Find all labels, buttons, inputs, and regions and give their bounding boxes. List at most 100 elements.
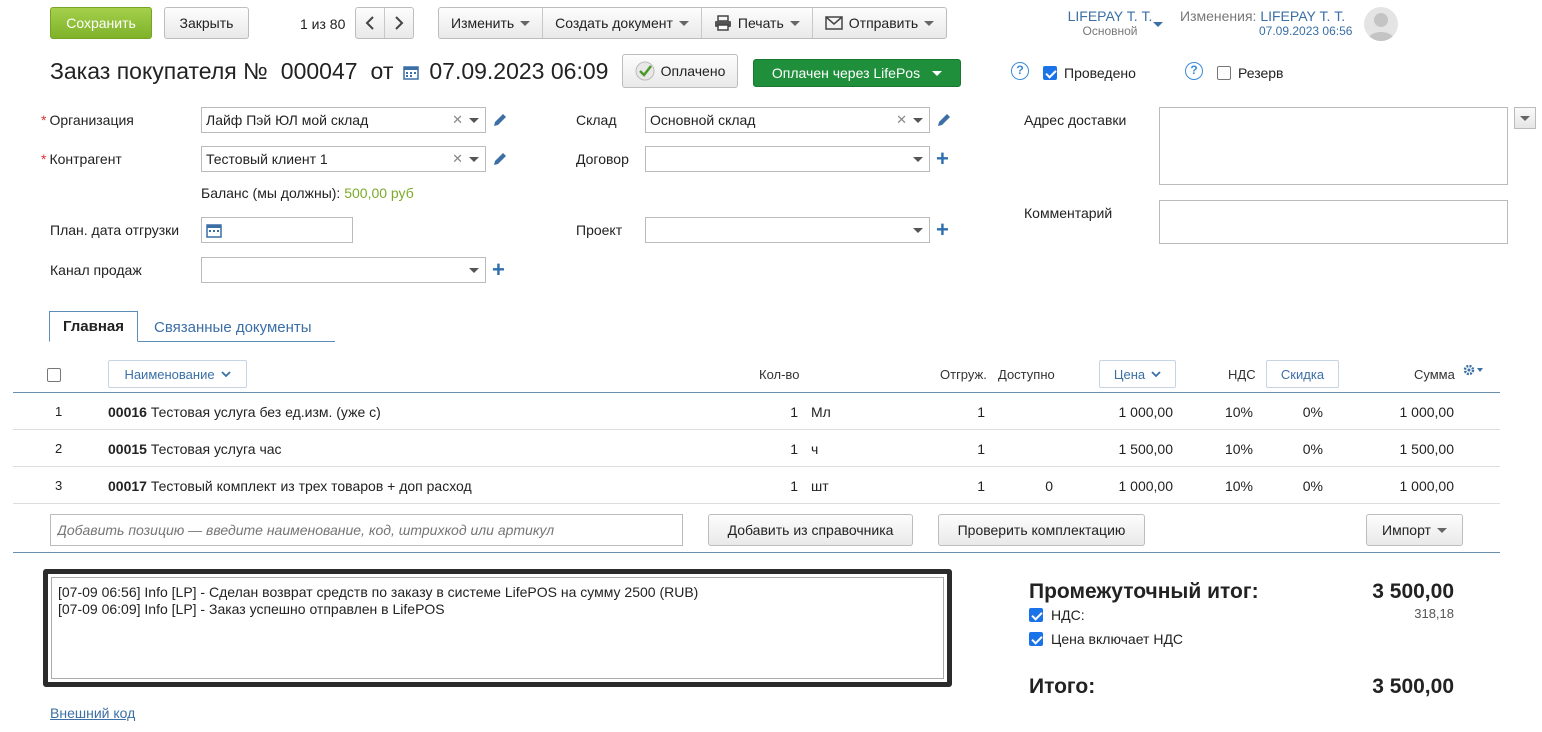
table-footer-line — [13, 552, 1500, 553]
doc-date[interactable]: 07.09.2023 06:09 — [429, 58, 608, 85]
vat-value: 318,18 — [1414, 606, 1454, 621]
subtotal-value: 3 500,00 — [1372, 580, 1454, 603]
chevron-down-icon[interactable] — [913, 227, 923, 233]
print-button[interactable]: Печать — [702, 8, 813, 38]
row-vat: 10% — [1224, 404, 1253, 420]
help-icon[interactable]: ? — [1011, 62, 1029, 80]
clear-icon[interactable]: ✕ — [452, 112, 463, 128]
chevron-left-icon — [365, 16, 374, 30]
calendar-icon[interactable] — [403, 64, 420, 80]
add-from-catalog-button[interactable]: Добавить из справочника — [708, 514, 913, 546]
org-field[interactable]: Лайф Пэй ЮЛ мой склад ✕ — [201, 107, 486, 133]
table-row[interactable]: 2 00015 Тестовая услуга час 1 ч 1 1 500,… — [13, 430, 1500, 467]
chevron-down-icon[interactable] — [469, 156, 479, 162]
price-includes-vat-checkbox[interactable] — [1029, 632, 1043, 646]
user-menu[interactable]: LIFEPAY Т. Т. Основной — [1055, 8, 1165, 38]
row-vat: 10% — [1224, 478, 1253, 494]
contract-field[interactable] — [645, 146, 930, 172]
address-label: Адрес доставки — [1024, 112, 1127, 128]
contractor-field[interactable]: Тестовый клиент 1 ✕ — [201, 146, 486, 172]
add-project-icon[interactable]: + — [936, 219, 949, 241]
add-channel-icon[interactable]: + — [492, 259, 505, 281]
chevron-down-icon — [1151, 371, 1161, 378]
log-box[interactable]: [07-09 06:56] Info [LP] - Сделан возврат… — [43, 569, 952, 687]
price-includes-vat-label: Цена включает НДС — [1051, 631, 1184, 647]
table-row[interactable]: 3 00017 Тестовый комплект из трех товаро… — [13, 467, 1500, 504]
pencil-icon[interactable] — [492, 112, 508, 128]
warehouse-field[interactable]: Основной склад ✕ — [645, 107, 930, 133]
row-discount: 0% — [1302, 478, 1323, 494]
print-label: Печать — [737, 15, 784, 31]
posted-checkbox[interactable] — [1043, 66, 1057, 80]
chevron-down-icon[interactable] — [469, 267, 479, 273]
row-title: Тестовая услуга час — [150, 441, 282, 457]
row-unit: Мл — [811, 404, 831, 420]
tab-main[interactable]: Главная — [49, 311, 139, 342]
create-document-button[interactable]: Создать документ — [543, 8, 702, 38]
chevron-down-icon[interactable] — [913, 156, 923, 162]
row-unit: ч — [811, 441, 819, 457]
row-name[interactable]: 00016 Тестовая услуга без ед.изм. (уже с… — [108, 404, 381, 420]
chevron-down-icon — [789, 20, 800, 26]
row-qty: 1 — [790, 478, 798, 494]
row-number: 3 — [55, 478, 63, 493]
envelope-icon — [825, 16, 843, 30]
paid-button[interactable]: Оплачено — [622, 54, 738, 88]
column-settings-icon[interactable] — [1463, 364, 1483, 376]
prev-button[interactable] — [356, 8, 385, 38]
balance-label: Баланс (мы должны): — [201, 185, 341, 201]
add-position-input[interactable] — [50, 514, 683, 546]
reserve-checkbox[interactable] — [1217, 66, 1231, 80]
price-sort-button[interactable]: Цена — [1099, 360, 1176, 388]
edit-menu-button[interactable]: Изменить — [439, 8, 544, 38]
check-kit-button[interactable]: Проверить комплектацию — [938, 514, 1145, 546]
select-all-checkbox[interactable] — [47, 368, 61, 382]
close-button[interactable]: Закрыть — [164, 7, 249, 39]
row-number: 2 — [55, 441, 63, 456]
row-name[interactable]: 00015 Тестовая услуга час — [108, 441, 282, 457]
warehouse-label: Склад — [576, 112, 617, 128]
discount-header: Скидка — [1280, 366, 1325, 382]
help-icon[interactable]: ? — [1185, 62, 1203, 80]
avatar[interactable] — [1364, 7, 1398, 41]
tab-related-docs[interactable]: Связанные документы — [141, 311, 325, 343]
ship-date-field[interactable] — [201, 217, 353, 243]
project-field[interactable] — [645, 217, 930, 243]
chevron-down-icon[interactable] — [1153, 22, 1163, 27]
row-code: 00015 — [108, 441, 147, 457]
table-row[interactable]: 1 00016 Тестовая услуга без ед.изм. (уже… — [13, 393, 1500, 430]
row-shipped: 1 — [977, 441, 985, 457]
row-code: 00016 — [108, 404, 147, 420]
pencil-icon[interactable] — [492, 151, 508, 167]
import-button[interactable]: Импорт — [1366, 514, 1463, 546]
address-expand-button[interactable] — [1514, 107, 1536, 129]
user-avatar-icon — [1367, 13, 1395, 41]
project-label: Проект — [576, 222, 623, 238]
add-contract-icon[interactable]: + — [936, 148, 949, 170]
save-button[interactable]: Сохранить — [50, 7, 152, 39]
discount-button[interactable]: Скидка — [1266, 360, 1339, 388]
clear-icon[interactable]: ✕ — [896, 112, 907, 128]
external-code-link[interactable]: Внешний код — [50, 705, 135, 721]
row-name[interactable]: 00017 Тестовый комплект из трех товаров … — [108, 478, 472, 494]
chevron-down-icon[interactable] — [469, 117, 479, 123]
row-title: Тестовый комплект из трех товаров + доп … — [150, 478, 472, 494]
send-button[interactable]: Отправить — [813, 8, 946, 38]
clear-icon[interactable]: ✕ — [452, 151, 463, 167]
printer-icon — [714, 15, 731, 31]
next-button[interactable] — [385, 8, 413, 38]
total-value: 3 500,00 — [1372, 675, 1454, 698]
pencil-icon[interactable] — [936, 112, 952, 128]
address-textarea[interactable] — [1159, 107, 1508, 185]
chevron-down-icon[interactable] — [913, 117, 923, 123]
total-label: Итого: — [1029, 675, 1096, 698]
vat-checkbox[interactable] — [1029, 608, 1043, 622]
chevron-down-icon — [678, 20, 689, 26]
comment-textarea[interactable] — [1159, 200, 1508, 244]
changes-user[interactable]: LIFEPAY Т. Т. — [1260, 8, 1345, 24]
calendar-icon[interactable] — [206, 222, 222, 238]
paid-via-lifepos-button[interactable]: Оплачен через LifePos — [753, 59, 961, 87]
chevron-down-icon — [220, 371, 231, 378]
channel-field[interactable] — [201, 257, 486, 283]
name-sort-button[interactable]: Наименование — [108, 360, 247, 388]
